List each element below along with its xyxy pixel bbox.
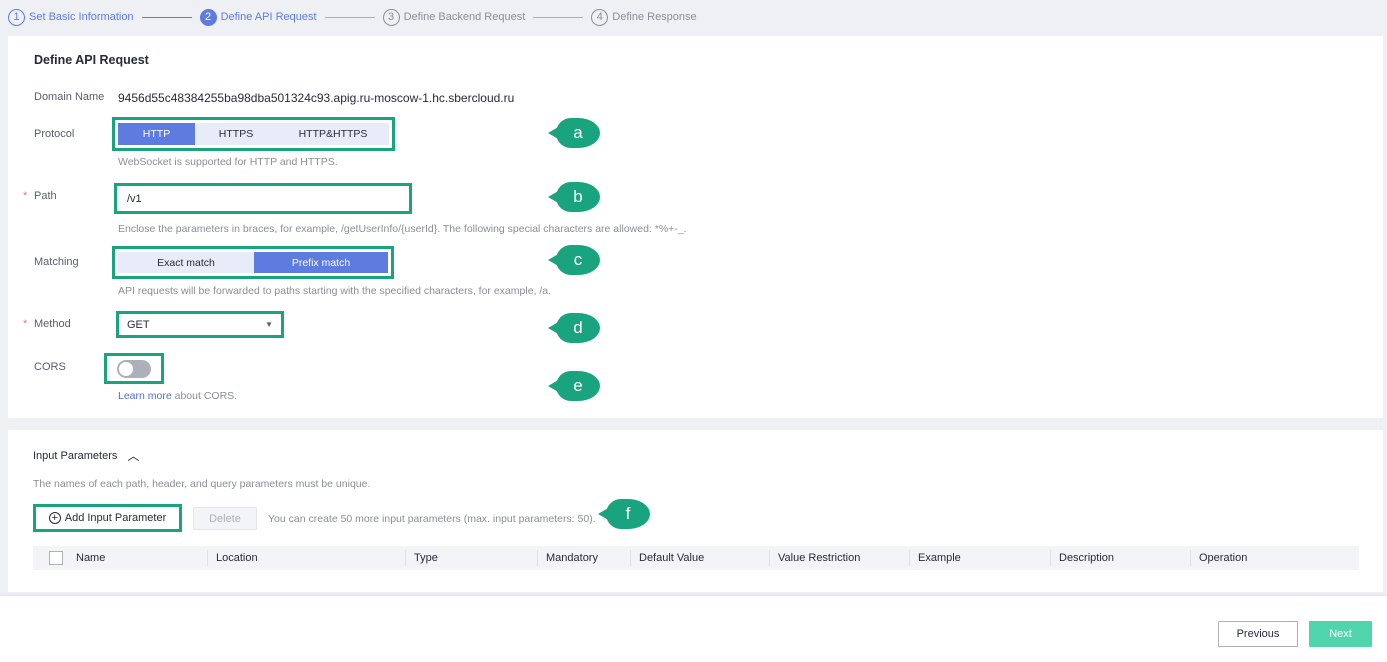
matching-prefix[interactable]: Prefix match [254, 252, 388, 273]
path-input[interactable] [117, 186, 409, 211]
step-1: 1 Set Basic Information [8, 8, 134, 26]
column-default-value: Default Value [639, 552, 705, 564]
method-value: GET [127, 318, 150, 331]
next-button[interactable]: Next [1309, 621, 1372, 647]
callout-e: e [548, 371, 600, 401]
step-2: 2 Define API Request [199, 8, 317, 26]
column-description: Description [1059, 552, 1115, 564]
callout-a: a [548, 118, 600, 148]
column-location: Location [216, 552, 258, 564]
cors-hint-text: about CORS. [171, 390, 238, 402]
cors-hint: Learn more about CORS. [118, 390, 237, 402]
previous-button[interactable]: Previous [1218, 621, 1298, 647]
chevron-down-icon: ▼ [265, 320, 273, 329]
path-field-highlight [114, 183, 412, 214]
params-hint: The names of each path, header, and quer… [33, 478, 371, 490]
domain-value: 9456d55c48384255ba98dba501324c93.apig.ru… [118, 91, 515, 105]
step-connector [324, 16, 375, 18]
step-label: Define Response [612, 11, 697, 23]
input-parameters-header[interactable]: Input Parameters ︿ [33, 447, 139, 464]
step-label: Define Backend Request [403, 11, 526, 23]
path-hint: Enclose the parameters in braces, for ex… [118, 223, 687, 235]
column-operation: Operation [1199, 552, 1248, 564]
footer-bar [0, 596, 1387, 662]
protocol-selector: HTTP HTTPS HTTP&HTTPS [112, 117, 395, 151]
protocol-https[interactable]: HTTPS [195, 123, 277, 145]
step-number: 1 [8, 8, 25, 26]
protocol-label: Protocol [34, 128, 75, 140]
select-all-checkbox[interactable] [49, 551, 63, 565]
step-3: 3 Define Backend Request [382, 8, 526, 26]
callout-d: d [548, 313, 600, 343]
domain-label: Domain Name [34, 91, 105, 103]
column-value-restriction: Value Restriction [778, 552, 861, 564]
parameters-table-header: Name Location Type Mandatory Default Val… [33, 546, 1359, 570]
matching-hint: API requests will be forwarded to paths … [118, 285, 552, 297]
protocol-http[interactable]: HTTP [118, 123, 195, 145]
step-number: 2 [199, 8, 217, 26]
step-label: Define API Request [220, 11, 317, 23]
path-label: * Path [23, 190, 57, 202]
step-indicator: 1 Set Basic Information 2 Define API Reque… [0, 0, 697, 34]
column-mandatory: Mandatory [546, 552, 598, 564]
step-label: Set Basic Information [29, 11, 134, 23]
matching-exact[interactable]: Exact match [118, 252, 254, 273]
delete-button[interactable]: Delete [193, 507, 257, 530]
required-icon: * [23, 318, 28, 330]
cors-label: CORS [34, 361, 66, 373]
step-4: 4 Define Response [591, 8, 697, 26]
params-quota: You can create 50 more input parameters … [268, 513, 596, 525]
protocol-hint: WebSocket is supported for HTTP and HTTP… [118, 156, 338, 168]
add-input-parameter-button[interactable]: + Add Input Parameter [33, 504, 182, 532]
learn-more-link[interactable]: Learn more [118, 390, 172, 402]
chevron-up-icon[interactable]: ︿ [127, 447, 139, 464]
callout-f: f [598, 499, 650, 529]
protocol-http-https[interactable]: HTTP&HTTPS [277, 123, 389, 145]
method-label: * Method [23, 318, 71, 330]
step-connector [533, 16, 584, 18]
column-example: Example [918, 552, 961, 564]
method-select[interactable]: GET ▼ [116, 311, 284, 338]
callout-b: b [548, 182, 600, 212]
matching-label: Matching [34, 256, 79, 268]
column-type: Type [414, 552, 438, 564]
step-number: 4 [591, 8, 609, 26]
plus-circle-icon: + [48, 512, 61, 524]
path-label-text: Path [34, 190, 57, 202]
add-label: Add Input Parameter [64, 512, 167, 524]
step-connector [141, 16, 192, 18]
section-title: Define API Request [34, 53, 149, 67]
toggle-knob [119, 361, 133, 376]
input-parameters-title: Input Parameters [33, 449, 118, 462]
method-label-text: Method [34, 318, 71, 330]
step-number: 3 [382, 8, 400, 26]
cors-highlight [104, 353, 164, 384]
callout-c: c [548, 245, 600, 275]
column-name: Name [76, 552, 106, 564]
cors-toggle[interactable] [117, 359, 151, 378]
matching-selector: Exact match Prefix match [112, 246, 394, 279]
required-icon: * [23, 190, 28, 202]
